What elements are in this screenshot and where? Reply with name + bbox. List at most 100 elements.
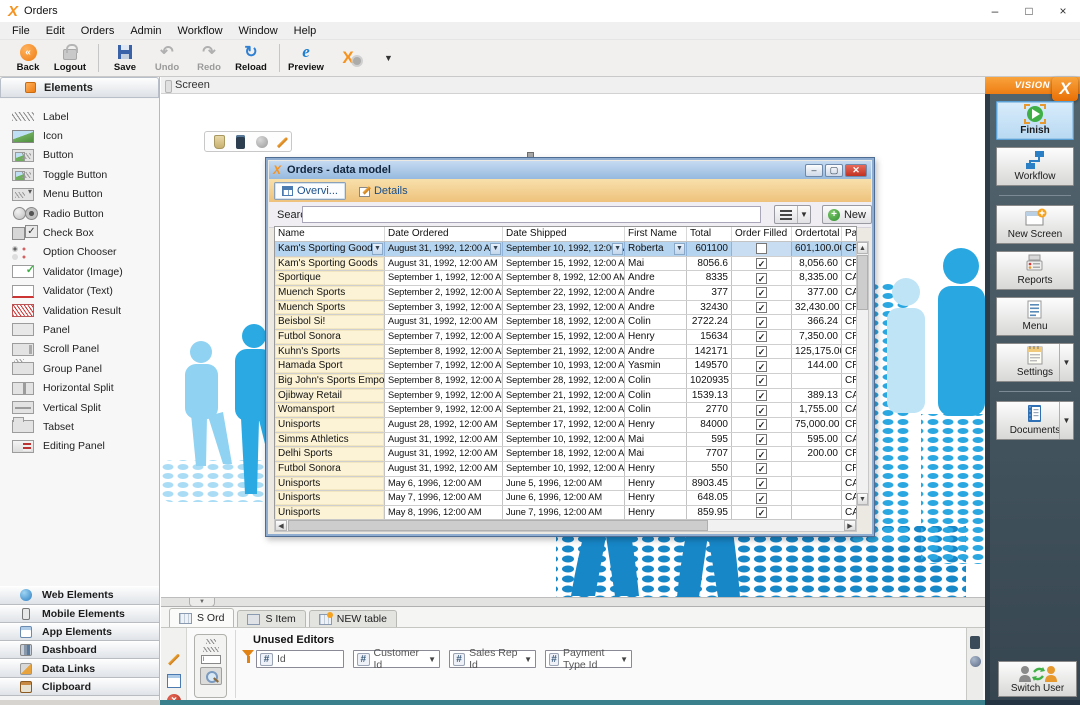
cell-order-filled[interactable]: ✓ [732,462,792,476]
editor-chip-id[interactable]: #Id [256,650,344,668]
new-record-button[interactable]: + New [822,205,872,224]
order-filled-checkbox[interactable]: ✓ [756,493,767,504]
column-header-order-filled[interactable]: Order Filled [732,227,792,241]
orders-data-model-dialog[interactable]: X Orders - data model – ▢ ✕ Overvi...Det… [265,157,875,537]
element-item-radio-button[interactable]: Radio Button [0,204,159,223]
cell-order-filled[interactable]: ✓ [732,271,792,285]
table-row[interactable]: Kam's Sporting GoodsAugust 31, 1992, 12:… [275,257,856,272]
bottom-tab-new-table[interactable]: NEW table [309,610,397,627]
search-input[interactable] [302,206,761,223]
cell-order-filled[interactable]: ✓ [732,418,792,432]
table-row[interactable]: Hamada SportSeptember 7, 1992, 12:00 AMS… [275,359,856,374]
chevron-down-icon[interactable]: ▼ [620,655,628,664]
element-item-menu-button[interactable]: Menu Button [0,185,159,204]
edit-mode-icon[interactable] [274,135,288,149]
close-button[interactable]: × [1046,0,1080,22]
cell-order-filled[interactable]: ✓ [732,491,792,505]
menu-workflow[interactable]: Workflow [170,24,231,38]
horizontal-scrollbar[interactable]: ◀ ▶ [274,519,857,532]
order-filled-checkbox[interactable]: ✓ [756,507,767,518]
sidebar-button-documents[interactable]: Documents▼ [996,401,1074,440]
cell-order-filled[interactable]: ✓ [732,374,792,388]
table-row[interactable]: Futbol SonoraAugust 31, 1992, 12:00 AMSe… [275,462,856,477]
chevron-down-icon[interactable]: ▼ [1059,402,1073,439]
save-button[interactable]: Save [105,41,145,75]
element-item-panel[interactable]: Panel [0,320,159,339]
combo-dropdown-icon[interactable]: ▼ [612,243,623,255]
order-filled-checkbox[interactable]: ✓ [756,478,767,489]
order-filled-checkbox[interactable] [756,243,767,254]
sidebar-button-finish[interactable]: Finish [996,101,1074,140]
reload-button[interactable]: ↻Reload [231,41,271,75]
menu-orders[interactable]: Orders [73,24,123,38]
element-item-horizontal-split[interactable]: Horizontal Split [0,378,159,397]
redo-button[interactable]: ↷Redo [189,41,229,75]
dialog-tab-details[interactable]: Details [352,183,415,199]
toolbar-dropdown-icon[interactable]: ▼ [384,53,393,63]
order-filled-checkbox[interactable]: ✓ [756,317,767,328]
order-filled-checkbox[interactable]: ✓ [756,346,767,357]
element-item-check-box[interactable]: Check Box [0,223,159,242]
elements-panel-header[interactable]: Elements [0,77,159,98]
filter-funnel-icon[interactable] [242,650,254,657]
section-clipboard[interactable]: Clipboard [0,678,159,696]
design-canvas[interactable]: X Orders - data model – ▢ ✕ Overvi...Det… [161,94,985,597]
chevron-down-icon[interactable]: ▼ [428,655,436,664]
order-filled-checkbox[interactable]: ✓ [756,463,767,474]
screen-tab-header[interactable]: Screen [161,77,985,94]
magnifier-icon[interactable] [200,667,222,685]
vision-x-logo[interactable]: X [1052,77,1078,101]
chevron-down-icon[interactable]: ▼ [524,655,532,664]
menu-window[interactable]: Window [231,24,286,38]
cell-order-filled[interactable]: ✓ [732,345,792,359]
order-filled-checkbox[interactable]: ✓ [756,361,767,372]
table-row[interactable]: SportiqueSeptember 1, 1992, 12:00 AMSept… [275,271,856,286]
element-item-validation-result[interactable]: Validation Result [0,301,159,320]
table-row[interactable]: Delhi SportsAugust 31, 1992, 12:00 AMSep… [275,447,856,462]
cell-order-filled[interactable]: ✓ [732,257,792,271]
element-item-toggle-button[interactable]: Toggle Button [0,165,159,184]
section-mobile-elements[interactable]: Mobile Elements [0,605,159,623]
horizontal-splitter[interactable]: ▼ [161,597,985,607]
table-row[interactable]: UnisportsAugust 28, 1992, 12:00 AMSeptem… [275,418,856,433]
editor-chip-payment-type-id[interactable]: #Payment Type Id▼ [545,650,632,668]
order-filled-checkbox[interactable]: ✓ [756,302,767,313]
vision-button[interactable]: X [328,41,368,75]
element-item-label[interactable]: Label [0,107,159,126]
order-filled-checkbox[interactable]: ✓ [756,390,767,401]
menu-help[interactable]: Help [286,24,325,38]
panel-view-icon[interactable] [970,636,980,649]
table-row[interactable]: Big John's Sports EmporiumSeptember 8, 1… [275,374,856,389]
cell-order-filled[interactable] [732,242,792,256]
element-item-group-panel[interactable]: Group Panel [0,359,159,378]
table-row[interactable]: Kuhn's SportsSeptember 8, 1992, 12:00 AM… [275,345,856,360]
column-header-name[interactable]: Name [275,227,385,241]
cell-order-filled[interactable]: ✓ [732,447,792,461]
order-filled-checkbox[interactable]: ✓ [756,258,767,269]
element-item-icon[interactable]: Icon [0,126,159,145]
mobile-mode-icon[interactable] [236,135,245,149]
vertical-scroll-thumb[interactable] [857,255,868,310]
table-row[interactable]: Muench SportsSeptember 3, 1992, 12:00 AM… [275,301,856,316]
combo-dropdown-icon[interactable]: ▼ [372,243,383,255]
order-filled-checkbox[interactable]: ✓ [756,419,767,430]
table-row[interactable]: Simms AthleticsAugust 31, 1992, 12:00 AM… [275,433,856,448]
column-header-ordertotal[interactable]: Ordertotal [792,227,842,241]
splitter-collapse-handle[interactable]: ▼ [189,598,215,607]
dialog-maximize-button[interactable]: ▢ [825,164,843,177]
combo-dropdown-icon[interactable]: ▼ [674,243,685,255]
order-filled-checkbox[interactable]: ✓ [756,273,767,284]
column-header-date-shipped[interactable]: Date Shipped [503,227,625,241]
cell-order-filled[interactable]: ✓ [732,286,792,300]
column-header-date-ordered[interactable]: Date Ordered [385,227,503,241]
cell-order-filled[interactable]: ✓ [732,433,792,447]
sidebar-button-new-screen[interactable]: New Screen [996,205,1074,244]
order-filled-checkbox[interactable]: ✓ [756,331,767,342]
combo-dropdown-icon[interactable]: ▼ [490,243,501,255]
order-filled-checkbox[interactable]: ✓ [756,375,767,386]
element-item-vertical-split[interactable]: Vertical Split [0,398,159,417]
minimize-button[interactable]: – [978,0,1012,22]
element-item-option-chooser[interactable]: Option Chooser [0,243,159,262]
table-row[interactable]: UnisportsMay 6, 1996, 12:00 AMJune 5, 19… [275,477,856,492]
sidebar-button-workflow[interactable]: Workflow [996,147,1074,186]
